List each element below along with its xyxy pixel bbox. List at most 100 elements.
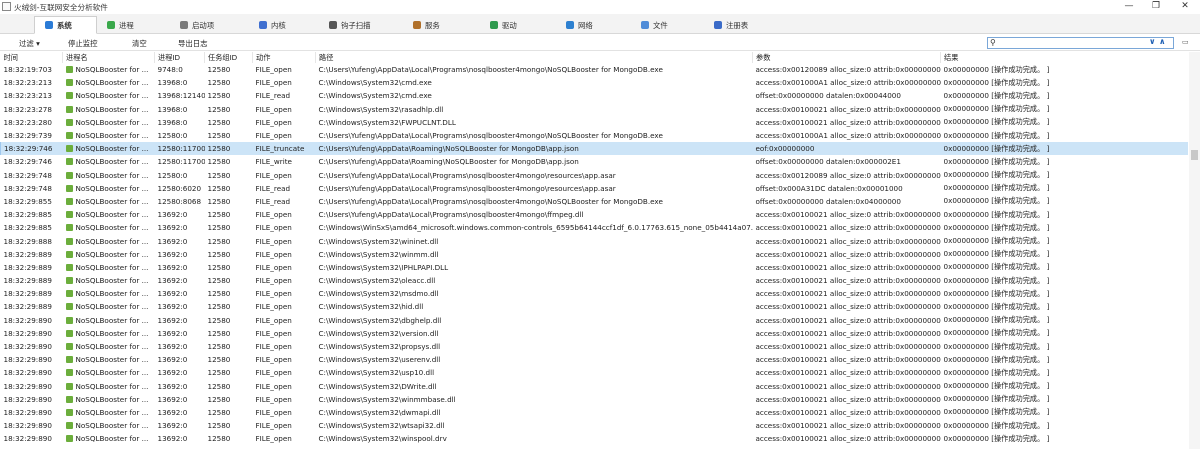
table-row[interactable]: 18:32:29:748 NoSQLBooster for ... 12580:0 1… [1, 169, 1189, 182]
table-row[interactable]: 18:32:23:213 NoSQLBooster for ... 13968:0 1… [1, 76, 1189, 89]
process-icon [65, 382, 73, 390]
table-row[interactable]: 18:32:29:890 NoSQLBooster for ... 13692:0 1… [1, 340, 1189, 353]
cell-time: 18:32:29:889 [1, 261, 63, 274]
cell-text: 18:32:29:746 [3, 157, 52, 167]
column-params[interactable]: 参数 [752, 52, 941, 63]
cell-text: NoSQLBooster for ... [75, 394, 149, 404]
process-icon [65, 79, 73, 87]
search-prev-button[interactable]: ∧ [1159, 37, 1166, 46]
column-time[interactable]: 时间 [0, 52, 63, 63]
table-row[interactable]: 18:32:29:739 NoSQLBooster for ... 12580:0 1… [1, 129, 1189, 142]
table-row[interactable]: 18:32:29:889 NoSQLBooster for ... 13692:0 1… [1, 300, 1189, 313]
cell-pid: 12580:11700 [154, 142, 205, 156]
cell-text: 18:32:23:278 [3, 104, 52, 114]
cell-params: access:0x00100021 alloc_size:0 attrib:0x… [753, 366, 941, 379]
cell-action: FILE_open [253, 248, 316, 261]
tab-kernel[interactable]: 内核 [259, 16, 286, 34]
table-row[interactable]: 18:32:29:890 NoSQLBooster for ... 13692:0 1… [1, 314, 1189, 327]
cell-text: 18:32:29:890 [3, 368, 52, 378]
table-row[interactable]: 18:32:23:278 NoSQLBooster for ... 13968:0 1… [1, 103, 1189, 116]
table-row[interactable]: 18:32:29:748 NoSQLBooster for ... 12580:60… [1, 182, 1189, 195]
clear-button[interactable]: 清空 [132, 38, 147, 49]
tab-service[interactable]: 服务 [413, 16, 440, 34]
search-icon[interactable]: ⚲ [990, 38, 996, 47]
column-pid[interactable]: 进程ID [154, 52, 205, 63]
tab-file[interactable]: 文件 [641, 16, 668, 34]
scrollbar-thumb[interactable] [1191, 150, 1198, 160]
cell-text: FILE_open [255, 328, 292, 338]
table-row[interactable]: 18:32:19:703 NoSQLBooster for ... 9748:0 12… [1, 63, 1189, 76]
cell-action: FILE_open [253, 287, 316, 300]
cell-text: 18:32:29:890 [3, 355, 52, 365]
table-row[interactable]: 18:32:29:889 NoSQLBooster for ... 13692:0 1… [1, 274, 1189, 287]
table-row[interactable]: 18:32:29:890 NoSQLBooster for ... 13692:0 1… [1, 366, 1189, 379]
cell-params: access:0x00100021 alloc_size:0 attrib:0x… [753, 327, 941, 340]
cell-text: 0x00000000 [操作成功完成。 ] [943, 315, 1050, 325]
table-row[interactable]: 18:32:29:890 NoSQLBooster for ... 13692:0 1… [1, 327, 1189, 340]
cell-pid: 12580:0 [155, 129, 205, 142]
cell-text: FILE_open [255, 104, 292, 114]
tab-process[interactable]: 进程 [107, 16, 134, 34]
cell-text: NoSQLBooster for ... [75, 368, 149, 378]
table-row[interactable]: 18:32:29:889 NoSQLBooster for ... 13692:0 1… [1, 287, 1189, 300]
more-options-icon[interactable]: ▭ [1182, 38, 1189, 46]
cell-text: FILE_open [255, 210, 292, 220]
tab-startup[interactable]: 启动项 [180, 16, 214, 34]
search-input[interactable] [1000, 39, 1146, 48]
export-log-button[interactable]: 导出日志 [178, 38, 208, 49]
cell-result: 0x00000000 [操作成功完成。 ] [941, 248, 1189, 261]
process-icon [65, 171, 73, 179]
table-row[interactable]: 18:32:29:855 NoSQLBooster for ... 12580:80… [1, 195, 1189, 208]
stop-monitor-button[interactable]: 停止监控 [68, 38, 98, 49]
close-button[interactable]: ✕ [1170, 0, 1200, 14]
table-row[interactable]: 18:32:29:890 NoSQLBooster for ... 13692:0 1… [1, 393, 1189, 406]
tab-driver[interactable]: 驱动 [490, 16, 517, 34]
column-result[interactable]: 结果 [940, 52, 1188, 63]
column-process-name[interactable]: 进程名 [62, 52, 155, 63]
cell-params: access:0x00100021 alloc_size:0 attrib:0x… [753, 432, 941, 445]
table-row[interactable]: 18:32:29:890 NoSQLBooster for ... 13692:0 1… [1, 432, 1189, 445]
tab-hook-scan[interactable]: 钩子扫描 [329, 16, 371, 34]
tab-registry[interactable]: 注册表 [714, 16, 748, 34]
table-row[interactable]: 18:32:29:889 NoSQLBooster for ... 13692:0 1… [1, 248, 1189, 261]
process-icon [65, 369, 73, 377]
filter-button[interactable]: 过滤 ▾ [19, 38, 40, 49]
cell-params: access:0x00100021 alloc_size:0 attrib:0x… [753, 261, 941, 274]
minimize-button[interactable]: — [1114, 0, 1144, 14]
cell-text: 12580 [207, 157, 231, 167]
cell-action: FILE_open [253, 432, 316, 445]
vertical-scrollbar[interactable] [1189, 52, 1200, 449]
table-row[interactable]: 18:32:23:213 NoSQLBooster for ... 13968:12… [1, 89, 1189, 102]
search-next-button[interactable]: ∨ [1149, 37, 1156, 46]
cell-time: 18:32:29:889 [1, 300, 63, 313]
cell-params: access:0x00100021 alloc_size:0 attrib:0x… [753, 406, 941, 419]
table-row[interactable]: 18:32:29:890 NoSQLBooster for ... 13692:0 1… [1, 406, 1189, 419]
table-row[interactable]: 18:32:29:890 NoSQLBooster for ... 13692:0 1… [1, 380, 1189, 393]
column-task-group-id[interactable]: 任务组ID [204, 52, 253, 63]
cell-text: access:0x00100021 alloc_size:0 attrib:0x… [755, 249, 941, 259]
table-row[interactable]: 18:32:29:890 NoSQLBooster for ... 13692:0 1… [1, 419, 1189, 432]
table-row[interactable]: 18:32:29:885 NoSQLBooster for ... 13692:0 1… [1, 221, 1189, 234]
table-row[interactable]: 18:32:29:888 NoSQLBooster for ... 13692:0 1… [1, 234, 1189, 247]
cell-pid: 13692:0 [155, 353, 205, 366]
column-action[interactable]: 动作 [252, 52, 316, 63]
cell-action: FILE_open [253, 221, 316, 234]
column-path[interactable]: 路径 [315, 52, 753, 63]
table-row[interactable]: 18:32:29:746 NoSQLBooster for ... 12580:11… [1, 155, 1189, 168]
table-row[interactable]: 18:32:29:889 NoSQLBooster for ... 13692:0 1… [1, 261, 1189, 274]
tab-network[interactable]: 网络 [566, 16, 593, 34]
system-icon [45, 21, 53, 29]
table-row[interactable]: 18:32:29:746 NoSQLBooster for ... 12580:11… [0, 142, 1188, 156]
cell-text: access:0x00100021 alloc_size:0 attrib:0x… [755, 276, 941, 286]
table-row[interactable]: 18:32:29:890 NoSQLBooster for ... 13692:0 1… [1, 353, 1189, 366]
table-row[interactable]: 18:32:23:280 NoSQLBooster for ... 13968:0 1… [1, 116, 1189, 129]
cell-text: 13692:0 [157, 394, 188, 404]
service-icon [413, 21, 421, 29]
cell-process-name: NoSQLBooster for ... [63, 287, 155, 300]
tab-system[interactable]: 系统 [34, 16, 97, 34]
cell-params: access:0x00100021 alloc_size:0 attrib:0x… [753, 116, 941, 129]
process-icon [65, 316, 73, 324]
table-row[interactable]: 18:32:29:885 NoSQLBooster for ... 13692:0 1… [1, 208, 1189, 221]
tab-label: 钩子扫描 [341, 20, 371, 30]
maximize-button[interactable]: ❐ [1141, 0, 1171, 14]
